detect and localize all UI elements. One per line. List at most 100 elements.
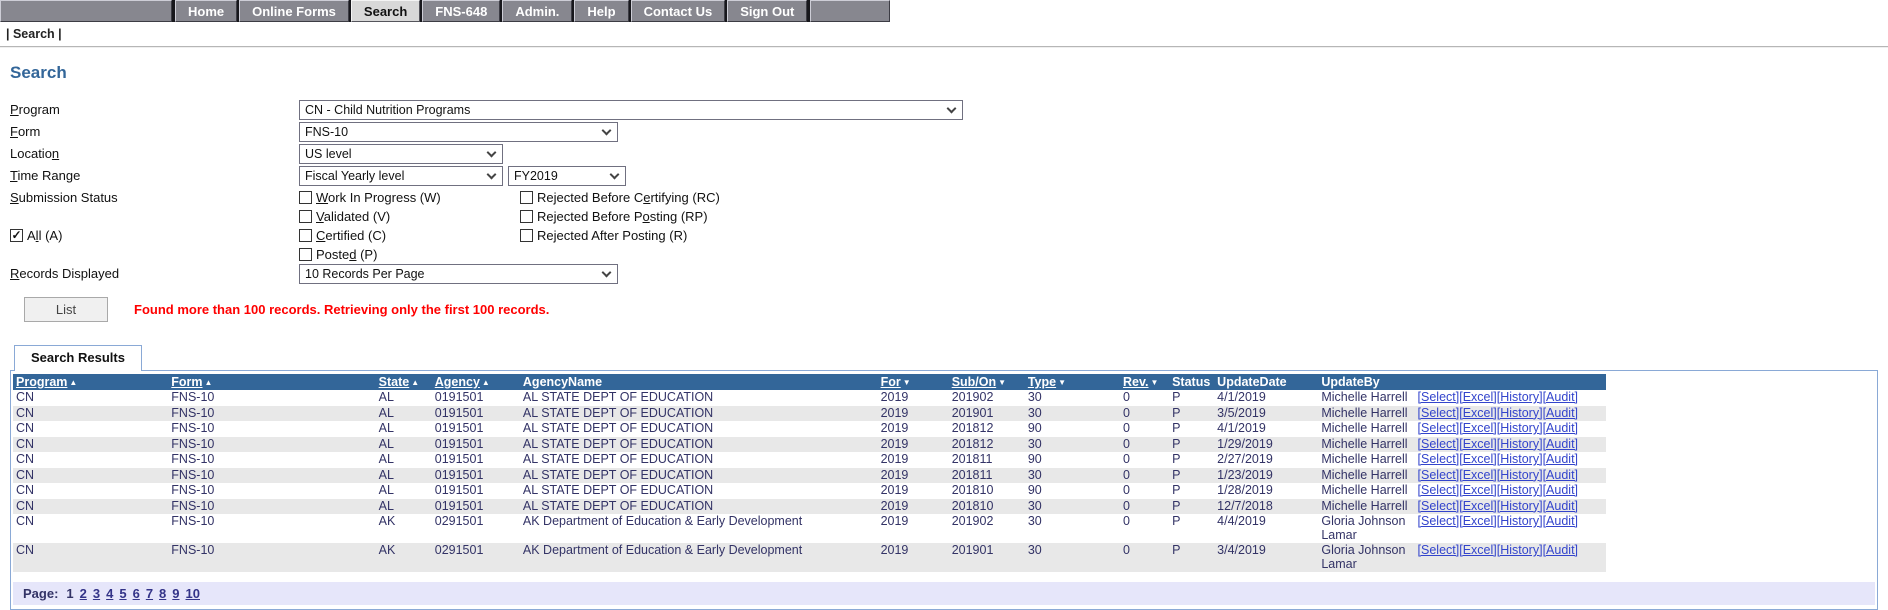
- rejected-before-posting-checkbox[interactable]: Rejected Before Posting (RP): [520, 207, 720, 226]
- column-header-for[interactable]: For▼: [878, 374, 949, 390]
- column-header-type[interactable]: Type▼: [1025, 374, 1120, 390]
- checkbox-box[interactable]: [520, 191, 533, 204]
- nav-tab-admin[interactable]: Admin.: [502, 0, 572, 22]
- page-link-9[interactable]: 9: [172, 586, 179, 601]
- nav-tab-search[interactable]: Search: [351, 0, 420, 22]
- row-link-history[interactable]: [History]: [1497, 390, 1543, 404]
- records-displayed-select[interactable]: 10 Records Per Page: [299, 264, 618, 284]
- tab-search-results[interactable]: Search Results: [14, 345, 142, 371]
- page-link-7[interactable]: 7: [146, 586, 153, 601]
- row-link-excel[interactable]: [Excel]: [1459, 483, 1497, 497]
- checkbox-box[interactable]: [299, 229, 312, 242]
- row-link-excel[interactable]: [Excel]: [1459, 514, 1497, 528]
- checkbox-box[interactable]: [520, 210, 533, 223]
- page-link-10[interactable]: 10: [186, 586, 200, 601]
- row-link-select[interactable]: [Select]: [1418, 514, 1460, 528]
- form-select[interactable]: FNS-10: [299, 122, 618, 142]
- row-link-history[interactable]: [History]: [1497, 543, 1543, 557]
- all-checkbox-label: All (A): [27, 226, 62, 245]
- column-header-form[interactable]: Form▲: [168, 374, 375, 390]
- row-link-history[interactable]: [History]: [1497, 452, 1543, 466]
- row-link-audit[interactable]: [Audit]: [1543, 437, 1578, 451]
- row-link-audit[interactable]: [Audit]: [1543, 390, 1578, 404]
- column-header-program[interactable]: Program▲: [13, 374, 168, 390]
- row-link-select[interactable]: [Select]: [1418, 543, 1460, 557]
- checkbox-box[interactable]: [299, 191, 312, 204]
- rejected-before-certifying-checkbox[interactable]: Rejected Before Certifying (RC): [520, 188, 720, 207]
- row-link-audit[interactable]: [Audit]: [1543, 421, 1578, 435]
- checkbox-box[interactable]: [520, 229, 533, 242]
- checkbox-box[interactable]: [299, 248, 312, 261]
- cell-agencyName: AL STATE DEPT OF EDUCATION: [520, 468, 878, 484]
- row-link-select[interactable]: [Select]: [1418, 452, 1460, 466]
- rejected-after-posting-checkbox[interactable]: Rejected After Posting (R): [520, 226, 720, 245]
- row-link-select[interactable]: [Select]: [1418, 390, 1460, 404]
- page-link-3[interactable]: 3: [93, 586, 100, 601]
- row-link-select[interactable]: [Select]: [1418, 406, 1460, 420]
- row-link-excel[interactable]: [Excel]: [1459, 499, 1497, 513]
- row-link-audit[interactable]: [Audit]: [1543, 543, 1578, 557]
- row-link-excel[interactable]: [Excel]: [1459, 421, 1497, 435]
- location-select[interactable]: US level: [299, 144, 503, 164]
- row-link-audit[interactable]: [Audit]: [1543, 406, 1578, 420]
- program-select[interactable]: CN - Child Nutrition Programs: [299, 100, 963, 120]
- page-link-4[interactable]: 4: [106, 586, 113, 601]
- work-in-progress-checkbox[interactable]: Work In Progress (W): [299, 188, 520, 207]
- column-header-label[interactable]: Rev.: [1123, 375, 1148, 389]
- row-link-select[interactable]: [Select]: [1418, 468, 1460, 482]
- row-link-audit[interactable]: [Audit]: [1543, 452, 1578, 466]
- column-header-state[interactable]: State▲: [376, 374, 432, 390]
- row-link-audit[interactable]: [Audit]: [1543, 499, 1578, 513]
- row-link-history[interactable]: [History]: [1497, 421, 1543, 435]
- nav-tab-home[interactable]: Home: [175, 0, 237, 22]
- nav-tab-contact-us[interactable]: Contact Us: [631, 0, 726, 22]
- row-link-select[interactable]: [Select]: [1418, 483, 1460, 497]
- nav-tab-fns-648[interactable]: FNS-648: [422, 0, 500, 22]
- page-link-2[interactable]: 2: [80, 586, 87, 601]
- row-link-select[interactable]: [Select]: [1418, 437, 1460, 451]
- validated-checkbox[interactable]: Validated (V): [299, 207, 520, 226]
- row-link-excel[interactable]: [Excel]: [1459, 437, 1497, 451]
- row-link-select[interactable]: [Select]: [1418, 499, 1460, 513]
- column-header-label[interactable]: Sub/On: [952, 375, 996, 389]
- checkbox-box[interactable]: ✓: [10, 229, 23, 242]
- row-link-history[interactable]: [History]: [1497, 483, 1543, 497]
- row-link-excel[interactable]: [Excel]: [1459, 452, 1497, 466]
- column-header-label[interactable]: Type: [1028, 375, 1056, 389]
- posted-checkbox[interactable]: Posted (P): [299, 245, 520, 264]
- list-button[interactable]: List: [24, 297, 108, 322]
- nav-tab-sign-out[interactable]: Sign Out: [727, 0, 807, 22]
- column-header-label[interactable]: Form: [171, 375, 202, 389]
- row-link-history[interactable]: [History]: [1497, 406, 1543, 420]
- page-link-6[interactable]: 6: [133, 586, 140, 601]
- time-range-year-select[interactable]: FY2019: [508, 166, 626, 186]
- page-link-5[interactable]: 5: [119, 586, 126, 601]
- column-header-rev[interactable]: Rev.▼: [1120, 374, 1169, 390]
- all-checkbox[interactable]: ✓ All (A): [10, 226, 299, 245]
- row-link-audit[interactable]: [Audit]: [1543, 468, 1578, 482]
- cell-rev: 0: [1120, 437, 1169, 453]
- checkbox-box[interactable]: [299, 210, 312, 223]
- column-header-label[interactable]: Program: [16, 375, 67, 389]
- time-range-level-select[interactable]: Fiscal Yearly level: [299, 166, 503, 186]
- row-link-audit[interactable]: [Audit]: [1543, 514, 1578, 528]
- row-link-history[interactable]: [History]: [1497, 514, 1543, 528]
- column-header-label[interactable]: State: [379, 375, 410, 389]
- row-link-history[interactable]: [History]: [1497, 499, 1543, 513]
- column-header-label[interactable]: Agency: [435, 375, 480, 389]
- row-link-audit[interactable]: [Audit]: [1543, 483, 1578, 497]
- column-header-label[interactable]: For: [881, 375, 901, 389]
- row-link-excel[interactable]: [Excel]: [1459, 468, 1497, 482]
- row-link-excel[interactable]: [Excel]: [1459, 390, 1497, 404]
- nav-tab-online-forms[interactable]: Online Forms: [239, 0, 349, 22]
- column-header-subOn[interactable]: Sub/On▼: [949, 374, 1025, 390]
- nav-tab-help[interactable]: Help: [574, 0, 628, 22]
- row-link-excel[interactable]: [Excel]: [1459, 543, 1497, 557]
- row-link-select[interactable]: [Select]: [1418, 421, 1460, 435]
- certified-checkbox[interactable]: Certified (C): [299, 226, 520, 245]
- column-header-agency[interactable]: Agency▲: [432, 374, 520, 390]
- row-link-history[interactable]: [History]: [1497, 468, 1543, 482]
- row-link-excel[interactable]: [Excel]: [1459, 406, 1497, 420]
- page-link-8[interactable]: 8: [159, 586, 166, 601]
- row-link-history[interactable]: [History]: [1497, 437, 1543, 451]
